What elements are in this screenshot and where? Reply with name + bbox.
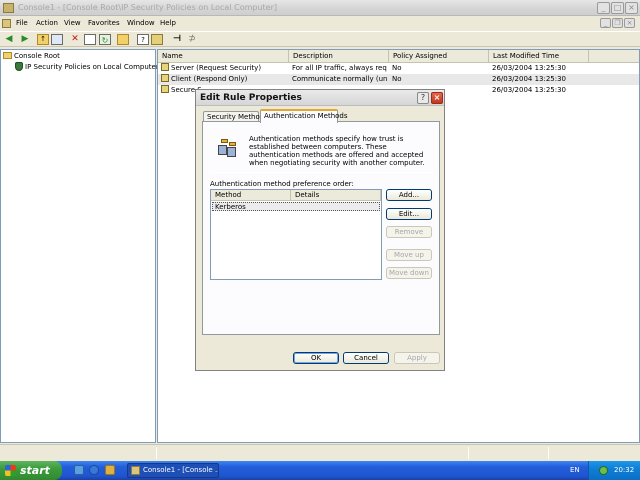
- policy-icon: [161, 63, 169, 71]
- edit-button[interactable]: Edit...: [386, 208, 432, 220]
- row-description: For all IP traffic, always req...: [292, 64, 387, 72]
- ok-button[interactable]: OK: [293, 352, 339, 364]
- delete-icon[interactable]: ✕: [69, 34, 81, 45]
- column-header-last-modified[interactable]: Last Modified Time: [489, 50, 589, 63]
- assign-icon[interactable]: ⊅: [186, 34, 198, 45]
- list-item[interactable]: Kerberos: [212, 202, 380, 211]
- child-close-button[interactable]: ×: [624, 18, 635, 28]
- status-separator: [156, 447, 157, 459]
- authentication-description: Authentication methods specify how trust…: [249, 135, 425, 167]
- document-menu-icon[interactable]: [2, 19, 11, 28]
- minimize-button[interactable]: _: [597, 2, 610, 14]
- row-assigned: No: [392, 75, 402, 83]
- column-header-details[interactable]: Details: [291, 190, 381, 201]
- dialog-help-button[interactable]: ?: [417, 92, 429, 104]
- windows-logo-icon: [5, 465, 16, 476]
- move-down-button[interactable]: Move down: [386, 267, 432, 279]
- column-header-name[interactable]: Name: [158, 50, 289, 63]
- maximize-button[interactable]: □: [611, 2, 624, 14]
- status-bar: [0, 444, 640, 460]
- menu-window[interactable]: Window: [127, 19, 155, 27]
- add-policy-icon[interactable]: ⊣: [171, 34, 183, 45]
- start-button[interactable]: start: [0, 461, 62, 480]
- authentication-methods-list[interactable]: Method Details Kerberos: [210, 189, 382, 280]
- cancel-button[interactable]: Cancel: [343, 352, 389, 364]
- tree-item-console-root[interactable]: Console Root: [3, 52, 60, 60]
- internet-explorer-icon[interactable]: [89, 465, 99, 475]
- dialog-title: Edit Rule Properties: [200, 93, 302, 103]
- forward-icon[interactable]: ▶: [19, 34, 31, 45]
- close-button[interactable]: ×: [625, 2, 638, 14]
- language-indicator[interactable]: EN: [570, 466, 580, 474]
- dialog-titlebar[interactable]: Edit Rule Properties ? ×: [196, 90, 444, 106]
- console-tree: Console Root IP Security Policies on Loc…: [0, 49, 159, 443]
- column-header-filler: [589, 50, 639, 63]
- menu-bar: File Action View Favorites Window Help: [0, 17, 640, 30]
- child-restore-button[interactable]: ❐: [612, 18, 623, 28]
- row-assigned: No: [392, 64, 402, 72]
- network-icon[interactable]: [599, 466, 608, 475]
- tree-item-ip-security-policies[interactable]: IP Security Policies on Local Computer: [15, 62, 159, 71]
- tab-authentication-methods[interactable]: Authentication Methods: [260, 109, 348, 123]
- show-tree-icon[interactable]: [51, 34, 63, 45]
- column-header-description[interactable]: Description: [289, 50, 389, 63]
- policy-icon: [161, 85, 169, 93]
- main-window-titlebar[interactable]: Console1 - [Console Root\IP Security Pol…: [0, 0, 640, 16]
- table-row[interactable]: Server (Request Security) For all IP tra…: [158, 63, 639, 74]
- authentication-keys-icon: [216, 138, 238, 158]
- apply-button[interactable]: Apply: [394, 352, 440, 364]
- up-folder-icon[interactable]: ↑: [37, 34, 49, 45]
- mmc-app-icon: [3, 3, 14, 13]
- back-icon[interactable]: ◀: [3, 34, 15, 45]
- media-player-icon[interactable]: [105, 465, 115, 475]
- menu-file[interactable]: File: [16, 19, 28, 27]
- remove-button[interactable]: Remove: [386, 226, 432, 238]
- taskbar: start Console1 - [Console ... EN 20:32: [0, 461, 640, 480]
- menu-help[interactable]: Help: [160, 19, 176, 27]
- clock[interactable]: 20:32: [614, 466, 634, 474]
- menu-favorites[interactable]: Favorites: [88, 19, 120, 27]
- child-minimize-button[interactable]: _: [600, 18, 611, 28]
- policy-icon: [161, 74, 169, 82]
- status-separator: [468, 447, 469, 459]
- help-icon[interactable]: ?: [137, 34, 149, 45]
- dialog-close-button[interactable]: ×: [431, 92, 443, 104]
- tab-panel-authentication: Authentication methods specify how trust…: [202, 121, 440, 335]
- show-desktop-icon[interactable]: [74, 465, 84, 475]
- taskbar-item-console[interactable]: Console1 - [Console ...: [127, 463, 219, 478]
- edit-rule-properties-dialog: Edit Rule Properties ? × Security Method…: [195, 89, 445, 371]
- add-button[interactable]: Add...: [386, 189, 432, 201]
- column-header-method[interactable]: Method: [211, 190, 291, 201]
- row-description: Communicate normally (uns...: [292, 75, 387, 83]
- preference-order-label: Authentication method preference order:: [210, 180, 354, 188]
- system-tray: 20:32: [588, 461, 640, 480]
- properties-icon[interactable]: [84, 34, 96, 45]
- toolbar: ◀ ▶ ↑ ✕ ↻ ? ⊣ ⊅: [0, 31, 640, 47]
- status-separator: [548, 447, 549, 459]
- row-modified: 26/03/2004 13:25:30: [492, 86, 567, 94]
- main-window-title: Console1 - [Console Root\IP Security Pol…: [18, 3, 277, 12]
- menu-view[interactable]: View: [64, 19, 81, 27]
- separator: [211, 172, 433, 173]
- manage-filters-icon[interactable]: [151, 34, 163, 45]
- row-modified: 26/03/2004 13:25:30: [492, 64, 567, 72]
- export-icon[interactable]: [117, 34, 129, 45]
- method-name: Kerberos: [215, 203, 246, 211]
- table-row[interactable]: Client (Respond Only) Communicate normal…: [158, 74, 639, 85]
- column-header-policy-assigned[interactable]: Policy Assigned: [389, 50, 489, 63]
- row-modified: 26/03/2004 13:25:30: [492, 75, 567, 83]
- menu-action[interactable]: Action: [36, 19, 58, 27]
- folder-icon: [3, 52, 12, 59]
- move-up-button[interactable]: Move up: [386, 249, 432, 261]
- refresh-icon[interactable]: ↻: [99, 34, 111, 45]
- ip-security-icon: [15, 62, 23, 71]
- mmc-app-icon: [131, 466, 140, 475]
